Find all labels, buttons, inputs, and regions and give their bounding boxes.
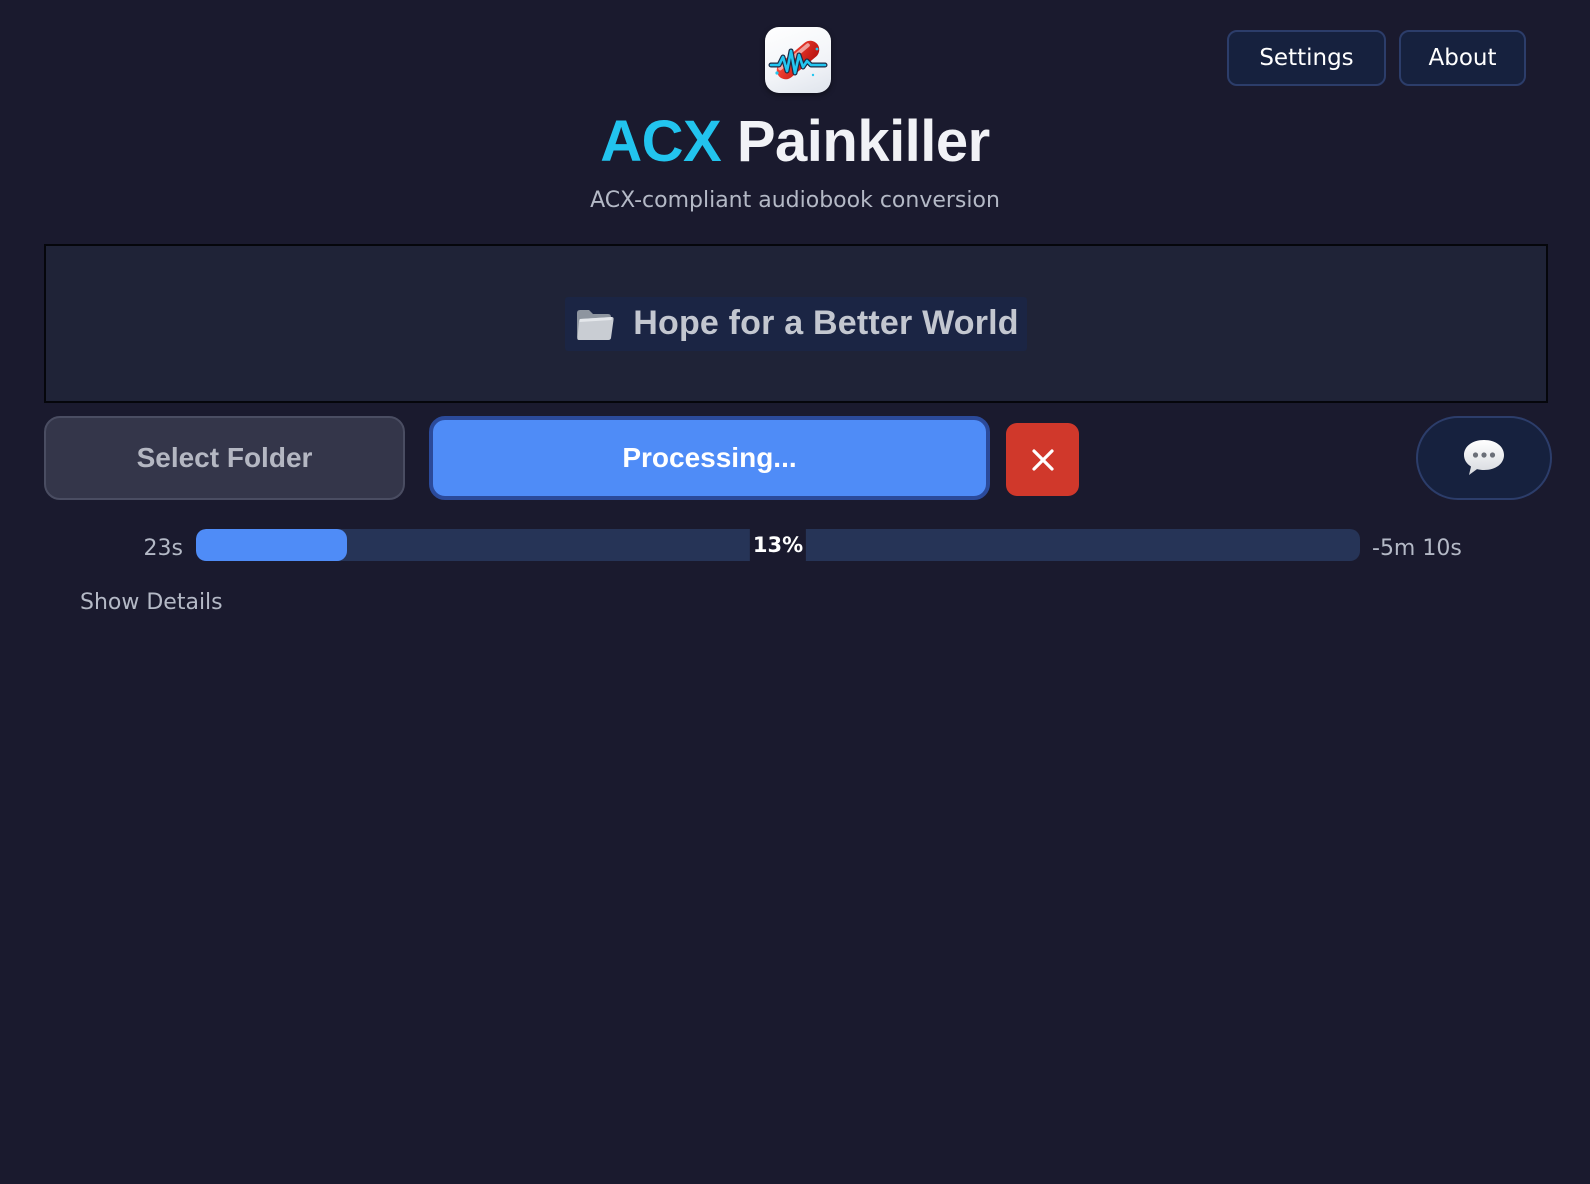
- select-folder-button[interactable]: Select Folder: [44, 416, 405, 500]
- app-title-rest: Painkiller: [736, 109, 990, 174]
- feedback-chat-button[interactable]: [1416, 416, 1552, 500]
- app-title-accent: ACX: [600, 109, 722, 174]
- chat-bubble-icon: [1461, 437, 1507, 479]
- processing-button[interactable]: Processing...: [429, 416, 990, 500]
- folder-icon: [573, 305, 615, 343]
- app-subtitle: ACX-compliant audiobook conversion: [590, 188, 1000, 213]
- close-icon: [1030, 447, 1056, 473]
- progress-bar: 13%: [196, 529, 1360, 561]
- about-button[interactable]: About: [1399, 30, 1526, 86]
- top-actions: Settings About: [1227, 30, 1526, 86]
- progress-fill: [196, 529, 348, 561]
- settings-button[interactable]: Settings: [1227, 30, 1386, 86]
- pill-waveform-icon: [765, 27, 831, 93]
- selected-folder: Hope for a Better World: [565, 296, 1027, 351]
- progress-percent: 13%: [749, 529, 807, 561]
- app-title: ACX Painkiller: [0, 108, 1590, 176]
- remaining-time: -5m 10s: [1372, 536, 1462, 561]
- cancel-button[interactable]: [1006, 423, 1079, 496]
- folder-name: Hope for a Better World: [633, 304, 1019, 342]
- folder-drop-zone[interactable]: Hope for a Better World: [44, 244, 1548, 403]
- elapsed-time: 23s: [143, 536, 183, 561]
- show-details-toggle[interactable]: Show Details: [80, 588, 223, 618]
